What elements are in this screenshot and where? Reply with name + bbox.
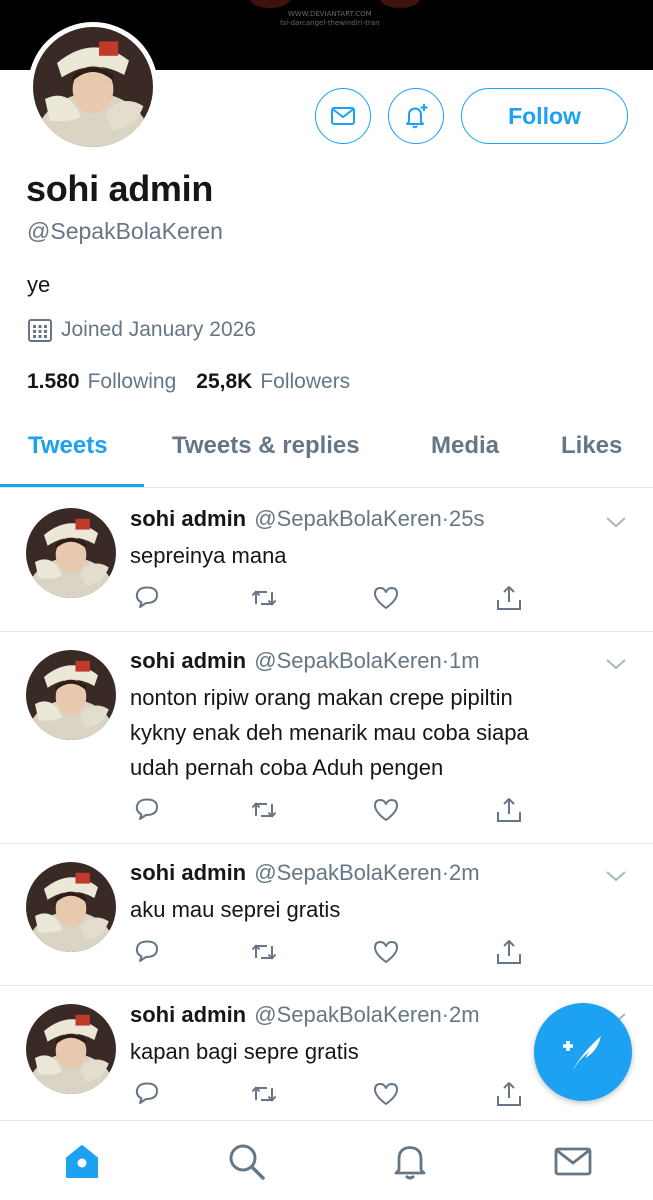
joined-text: Joined January 2026 <box>61 318 256 341</box>
reply-icon[interactable] <box>132 937 162 967</box>
profile-bio: ye <box>27 272 51 297</box>
tweet-separator: · <box>441 648 450 673</box>
chevron-down-icon[interactable] <box>604 514 628 530</box>
avatar-image <box>26 508 116 598</box>
retweet-icon[interactable] <box>249 1079 279 1109</box>
tweet-actions <box>130 583 530 613</box>
tweet-timestamp[interactable]: 25s <box>449 506 484 531</box>
tweet-actions <box>130 937 530 967</box>
tweet-text-line: sepreinya mana <box>130 543 287 568</box>
reply-icon[interactable] <box>132 795 162 825</box>
tweet-avatar[interactable] <box>26 650 116 740</box>
tab-media[interactable]: Media <box>431 432 499 460</box>
tweet-author-handle[interactable]: @SepakBolaKeren <box>254 860 441 885</box>
followers-count: 25,8K <box>196 370 253 393</box>
share-icon[interactable] <box>494 937 524 967</box>
notifications-button[interactable] <box>388 88 444 144</box>
tweet-separator: · <box>441 506 450 531</box>
tweet-header: sohi admin @SepakBolaKeren·2m <box>130 1002 480 1028</box>
tweet-text-line: udah pernah coba Aduh pengen <box>130 755 444 780</box>
chevron-down-icon[interactable] <box>604 868 628 884</box>
tweet-header: sohi admin @SepakBolaKeren·2m <box>130 860 480 886</box>
bell-plus-icon <box>406 104 428 129</box>
tweet-author-name[interactable]: sohi admin <box>130 1002 246 1027</box>
banner-decoration <box>250 0 290 8</box>
active-tab-indicator <box>0 484 144 487</box>
retweet-icon[interactable] <box>249 795 279 825</box>
following-count: 1.580 <box>27 370 80 393</box>
tweet-text: aku mau seprei gratis <box>130 892 630 927</box>
search-icon[interactable] <box>226 1141 266 1181</box>
tweet-author-name[interactable]: sohi admin <box>130 506 246 531</box>
tweet-actions <box>130 795 530 825</box>
profile-tabs: Tweets Tweets & replies Media Likes <box>0 418 653 488</box>
tweet-item[interactable]: sohi admin @SepakBolaKeren·2m aku mau se… <box>0 844 653 986</box>
tweet-actions <box>130 1079 530 1109</box>
avatar-image <box>26 862 116 952</box>
follow-button[interactable]: Follow <box>461 88 628 144</box>
followers-stat[interactable]: 25,8K Followers <box>196 370 350 394</box>
messages-icon[interactable] <box>553 1141 593 1181</box>
tweet-item[interactable]: sohi admin @SepakBolaKeren·25s sepreinya… <box>0 490 653 632</box>
message-button[interactable] <box>315 88 371 144</box>
compose-feather-icon <box>563 1036 601 1070</box>
tweet-author-handle[interactable]: @SepakBolaKeren <box>254 648 441 673</box>
tweet-header: sohi admin @SepakBolaKeren·25s <box>130 506 485 532</box>
tweet-author-handle[interactable]: @SepakBolaKeren <box>254 1002 441 1027</box>
retweet-icon[interactable] <box>249 583 279 613</box>
tweet-timestamp[interactable]: 2m <box>449 860 480 885</box>
avatar-image <box>33 27 153 147</box>
reply-icon[interactable] <box>132 1079 162 1109</box>
avatar-image <box>26 1004 116 1094</box>
heart-icon[interactable] <box>371 583 401 613</box>
tweet-text: nonton ripiw orang makan crepe pipiltin k… <box>130 680 630 785</box>
tweet-avatar[interactable] <box>26 862 116 952</box>
profile-stats: 1.580 Following 25,8K Followers <box>27 370 370 394</box>
home-icon[interactable] <box>62 1141 102 1181</box>
tweet-text-line: nonton ripiw orang makan crepe pipiltin <box>130 685 513 710</box>
tweet-author-name[interactable]: sohi admin <box>130 648 246 673</box>
reply-icon[interactable] <box>132 583 162 613</box>
tweet-author-name[interactable]: sohi admin <box>130 860 246 885</box>
profile-display-name: sohi admin <box>26 168 214 209</box>
share-icon[interactable] <box>494 583 524 613</box>
envelope-icon <box>331 107 355 125</box>
avatar-image <box>26 650 116 740</box>
compose-tweet-button[interactable] <box>534 1003 632 1101</box>
share-icon[interactable] <box>494 1079 524 1109</box>
profile-handle: @SepakBolaKeren <box>27 218 223 244</box>
banner-decoration <box>380 0 420 8</box>
tab-tweets-and-replies[interactable]: Tweets & replies <box>172 432 360 460</box>
followers-label: Followers <box>260 370 351 393</box>
tweet-text-line: aku mau seprei gratis <box>130 897 341 922</box>
tab-likes[interactable]: Likes <box>561 432 622 460</box>
tweet-separator: · <box>441 860 450 885</box>
tweet-text-line: kykny enak deh menarik mau coba siapa <box>130 720 529 745</box>
tweet-header: sohi admin @SepakBolaKeren·1m <box>130 648 480 674</box>
heart-icon[interactable] <box>371 795 401 825</box>
chevron-down-icon[interactable] <box>604 656 628 672</box>
share-icon[interactable] <box>494 795 524 825</box>
banner-watermark: WWW.DEVIANTART.COM fsl-darcangel-thewind… <box>280 10 380 27</box>
tweet-text: sepreinya mana <box>130 538 630 573</box>
tweet-timestamp[interactable]: 2m <box>449 1002 480 1027</box>
tweet-author-handle[interactable]: @SepakBolaKeren <box>254 506 441 531</box>
joined-date: Joined January 2026 <box>27 316 256 344</box>
tweet-avatar[interactable] <box>26 508 116 598</box>
tweet-avatar[interactable] <box>26 1004 116 1094</box>
tweet-item[interactable]: sohi admin @SepakBolaKeren·1m nonton rip… <box>0 632 653 844</box>
bottom-navigation <box>0 1120 653 1200</box>
heart-icon[interactable] <box>371 1079 401 1109</box>
tab-tweets[interactable]: Tweets <box>28 432 108 460</box>
heart-icon[interactable] <box>371 937 401 967</box>
retweet-icon[interactable] <box>249 937 279 967</box>
following-label: Following <box>87 370 177 393</box>
calendar-icon <box>28 319 52 342</box>
profile-avatar[interactable] <box>28 22 158 152</box>
tweet-separator: · <box>441 1002 450 1027</box>
following-stat[interactable]: 1.580 Following <box>27 370 176 394</box>
tweet-timestamp[interactable]: 1m <box>449 648 480 673</box>
notifications-icon[interactable] <box>390 1141 430 1181</box>
